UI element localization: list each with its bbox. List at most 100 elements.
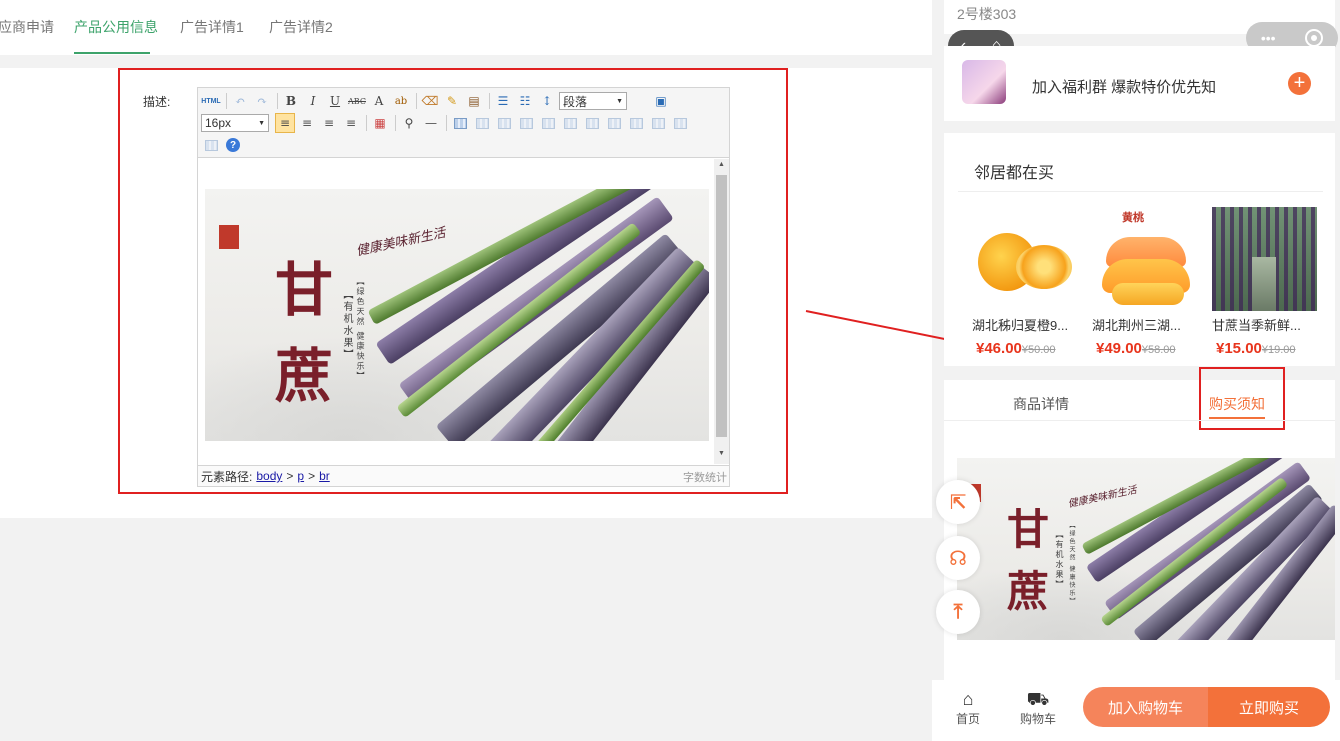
chevron-down-icon: ▼ — [258, 119, 265, 127]
tab-bar: 应商申请 产品公用信息 广告详情1 广告详情2 — [0, 0, 932, 55]
group-avatar — [962, 60, 1006, 104]
sugarcane-banner-image: 甘 蔗 健康美味新生活 【有机水果】 【绿色天然 健康快乐】 — [205, 189, 709, 441]
search-replace-icon[interactable]: ⚲ — [399, 113, 419, 133]
line-height-icon[interactable]: ↕ — [537, 91, 557, 111]
insert-row-icon[interactable] — [494, 113, 514, 133]
mobile-preview: 2号楼303 ‹ ⌂ ••• 加入福利群 爆款特价优先知 + 邻居都在买 湖北秭… — [932, 0, 1340, 741]
bottom-nav-home[interactable]: ⌂ 首页 — [946, 688, 990, 727]
path-link-br[interactable]: br — [319, 469, 330, 483]
headset-icon: ☊ — [949, 547, 967, 570]
delete-table-icon[interactable] — [472, 113, 492, 133]
paragraph-format-select[interactable]: 段落 ▼ — [559, 92, 627, 110]
tab-ad-detail-2[interactable]: 广告详情2 — [269, 17, 333, 37]
merge-right-icon[interactable] — [604, 113, 624, 133]
product-item[interactable]: 湖北秭归夏橙9... ¥46.00¥50.00 — [972, 207, 1082, 357]
merge-down-icon[interactable] — [626, 113, 646, 133]
neighbors-buying-title: 邻居都在买 — [974, 165, 1055, 182]
more-icon[interactable]: ••• — [1261, 30, 1276, 46]
italic-button[interactable]: I — [303, 91, 323, 111]
fullscreen-icon[interactable]: ▣ — [651, 91, 671, 111]
paste-plain-icon[interactable]: ▤ — [464, 91, 484, 111]
tab-ad-detail-1[interactable]: 广告详情1 — [180, 17, 244, 37]
strikethrough-button[interactable]: ABC — [347, 91, 367, 111]
merge-cells-icon[interactable] — [582, 113, 602, 133]
product-price: ¥49.00¥58.00 — [1096, 340, 1176, 357]
banner-side-text-left: 【有机水果】 — [341, 289, 352, 361]
banner-title-char-2: 蔗 — [275, 342, 334, 410]
split-cells-icon[interactable] — [648, 113, 668, 133]
back-to-top-button[interactable]: ⤒ — [936, 590, 980, 634]
editor-scrollbar[interactable]: ▲ ▼ — [714, 159, 729, 464]
product-name: 甘蔗当季新鲜... — [1212, 318, 1301, 333]
editor-content-area[interactable]: 甘 蔗 健康美味新生活 【有机水果】 【绿色天然 健康快乐】 — [198, 159, 714, 464]
delete-row-icon[interactable] — [516, 113, 536, 133]
welfare-group-card[interactable]: 加入福利群 爆款特价优先知 + — [944, 46, 1335, 121]
orange-product-image — [972, 207, 1077, 311]
rich-text-editor: HTML ↶ ↷ B I U ABC A ab ⌫ ✎ ▤ ☰ ☷ ↕ 段落 ▼ … — [197, 87, 730, 487]
background-color-button[interactable]: ab — [391, 91, 411, 111]
redo-icon[interactable]: ↷ — [252, 91, 272, 111]
banner-side-text-right: 【绿色天然 健康快乐】 — [1068, 522, 1075, 606]
share-button[interactable]: ⇱ — [936, 480, 980, 524]
insert-col-icon[interactable] — [538, 113, 558, 133]
insert-table-icon[interactable] — [450, 113, 470, 133]
join-group-plus-button[interactable]: + — [1288, 72, 1311, 95]
product-item[interactable]: 甘蔗当季新鲜... ¥15.00¥19.00 — [1212, 207, 1322, 357]
banner-side-text-right: 【绿色天然 健康快乐】 — [356, 277, 365, 382]
insert-image-icon[interactable]: ▦ — [370, 113, 390, 133]
delete-col-icon[interactable] — [560, 113, 580, 133]
bold-button[interactable]: B — [281, 91, 301, 111]
sugarcane-field-image — [1212, 207, 1317, 311]
font-size-select[interactable]: 16px ▼ — [201, 114, 269, 132]
align-justify-icon[interactable]: ≡ — [341, 113, 361, 133]
horizontal-rule-button[interactable]: — — [421, 113, 441, 133]
sugarcane-banner-image: 甘 蔗 健康美味新生活 【有机水果】 【绿色天然 健康快乐】 — [957, 458, 1335, 640]
scroll-down-icon[interactable]: ▼ — [714, 450, 729, 462]
product-original-price: ¥19.00 — [1261, 344, 1296, 356]
add-to-cart-button[interactable]: 加入购物车 — [1083, 687, 1208, 727]
undo-icon[interactable]: ↶ — [230, 91, 250, 111]
group-join-text: 加入福利群 爆款特价优先知 — [1032, 79, 1217, 96]
product-price: ¥46.00¥50.00 — [976, 340, 1056, 357]
underline-button[interactable]: U — [325, 91, 345, 111]
scrollbar-thumb[interactable] — [716, 175, 727, 437]
tab-product-common-info[interactable]: 产品公用信息 — [74, 17, 158, 37]
share-icon: ⇱ — [949, 491, 967, 514]
help-icon: ? — [226, 138, 240, 152]
eraser-icon[interactable]: ⌫ — [420, 91, 440, 111]
buy-now-button[interactable]: 立即购买 — [1208, 687, 1330, 727]
active-tab-indicator — [74, 52, 150, 54]
bottom-nav-cart[interactable]: ⛟ 购物车 — [1016, 688, 1060, 727]
tab-supplier-apply[interactable]: 应商申请 — [0, 17, 54, 37]
product-price: ¥15.00¥19.00 — [1216, 340, 1296, 357]
split-cols-icon[interactable] — [201, 135, 221, 155]
format-painter-icon[interactable]: ✎ — [442, 91, 462, 111]
banner-side-text-left: 【有机水果】 — [1055, 530, 1064, 590]
description-label: 描述: — [143, 95, 171, 109]
product-name: 湖北秭归夏橙9... — [972, 318, 1069, 333]
path-link-body[interactable]: body — [256, 469, 282, 483]
customer-service-button[interactable]: ☊ — [936, 536, 980, 580]
split-rows-icon[interactable] — [670, 113, 690, 133]
peach-label: 黄桃 — [1122, 212, 1144, 224]
path-link-p[interactable]: p — [297, 469, 304, 483]
align-center-icon[interactable]: ≡ — [297, 113, 317, 133]
unordered-list-icon[interactable]: ☷ — [515, 91, 535, 111]
home-icon: ⌂ — [962, 689, 974, 709]
html-source-button[interactable]: HTML — [201, 91, 221, 111]
banner-script-text: 健康美味新生活 — [354, 225, 447, 260]
scroll-up-icon[interactable]: ▲ — [714, 161, 729, 173]
detail-card: 商品详情 购买须知 甘 蔗 健康美味新生活 【有机水果】 【绿色天然 健康快乐】 — [944, 367, 1335, 680]
editor-toolbar: HTML ↶ ↷ B I U ABC A ab ⌫ ✎ ▤ ☰ ☷ ↕ 段落 ▼ … — [198, 88, 729, 158]
help-button[interactable]: ? — [223, 135, 243, 155]
tab-product-detail[interactable]: 商品详情 — [1013, 394, 1069, 414]
product-item[interactable]: 黄桃 湖北荆州三湖... ¥49.00¥58.00 — [1092, 207, 1202, 357]
close-miniprogram-icon[interactable] — [1305, 29, 1324, 47]
banner-title-char-2: 蔗 — [1007, 567, 1050, 616]
ordered-list-icon[interactable]: ☰ — [493, 91, 513, 111]
red-seal-stamp — [219, 225, 239, 249]
align-left-icon[interactable]: ≡ — [275, 113, 295, 133]
align-right-icon[interactable]: ≡ — [319, 113, 339, 133]
font-color-button[interactable]: A — [369, 91, 389, 111]
banner-title-char-1: 甘 — [1007, 505, 1050, 554]
